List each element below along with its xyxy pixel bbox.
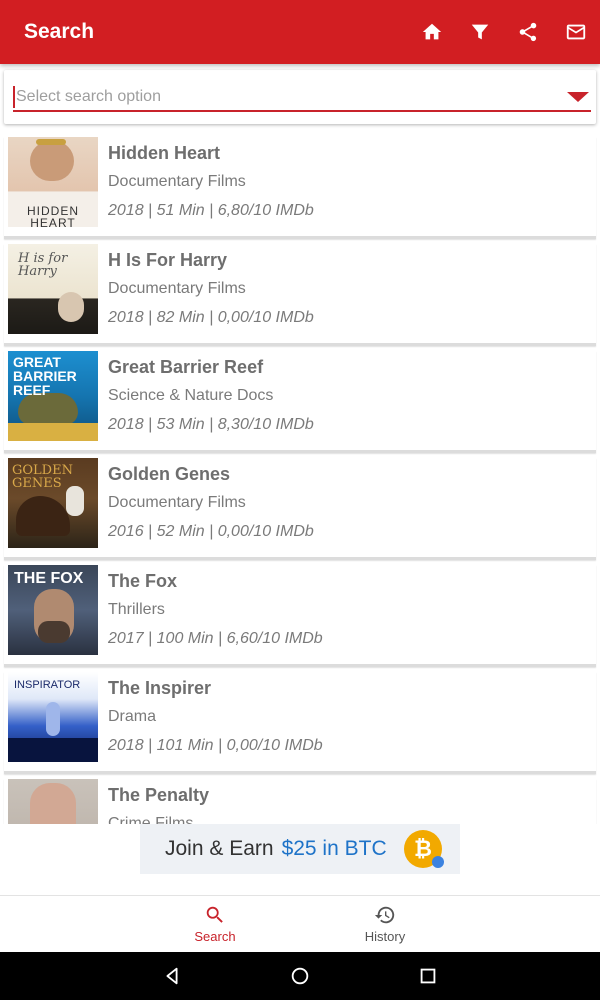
item-meta: 2018 | 51 Min | 6,80/10 IMDb [108, 202, 314, 219]
home-system-button[interactable] [236, 952, 364, 1000]
nav-search[interactable]: Search [0, 896, 300, 952]
item-meta: 2018 | 53 Min | 8,30/10 IMDb [108, 416, 314, 433]
banner-text: Join & Earn [165, 837, 274, 860]
mail-button[interactable] [552, 0, 600, 64]
item-meta: 2018 | 101 Min | 0,00/10 IMDb [108, 737, 323, 754]
item-meta: 2016 | 52 Min | 0,00/10 IMDb [108, 523, 314, 540]
list-item[interactable]: INSPIRATOR The Inspirer Drama 2018 | 101… [4, 672, 596, 774]
item-meta: 2017 | 100 Min | 6,60/10 IMDb [108, 630, 323, 647]
item-title: Hidden Heart [108, 143, 221, 163]
nav-history-label: History [364, 929, 406, 944]
search-card: Select search option [4, 70, 596, 124]
share-icon [519, 22, 537, 42]
item-title: Golden Genes [108, 464, 231, 484]
mail-icon [566, 24, 586, 40]
home-button[interactable] [408, 0, 456, 64]
poster-image: H is for Harry [8, 244, 98, 334]
item-genre: Crime Films [108, 815, 194, 824]
page-title: Search [24, 20, 95, 43]
home-icon [422, 23, 442, 40]
poster-text: GOLDEN GENES [12, 463, 73, 491]
nav-history[interactable]: History [300, 896, 600, 952]
bottom-navigation: Search History [0, 895, 600, 952]
back-icon [166, 967, 178, 985]
item-genre: Thrillers [108, 601, 165, 618]
search-option-select[interactable]: Select search option [13, 84, 591, 112]
poster-image: THE FOX [8, 565, 98, 655]
item-title: Great Barrier Reef [108, 357, 264, 377]
nav-search-label: Search [194, 929, 236, 944]
verified-badge-icon [432, 856, 444, 868]
search-icon [206, 906, 223, 923]
item-genre: Documentary Films [108, 280, 246, 297]
poster-text: INSPIRATOR [14, 679, 81, 691]
list-item[interactable]: THE FOX The Fox Thrillers 2017 | 100 Min… [4, 565, 596, 667]
recents-icon [420, 968, 436, 984]
search-placeholder: Select search option [16, 88, 161, 105]
poster-text: H is for Harry [18, 251, 68, 279]
item-genre: Documentary Films [108, 173, 246, 190]
list-item[interactable]: HIDDEN HEART Hidden Heart Documentary Fi… [4, 137, 596, 239]
app-bar-actions [408, 0, 600, 64]
filter-icon [471, 24, 489, 40]
item-genre: Science & Nature Docs [108, 387, 274, 404]
item-title: The Penalty [108, 785, 210, 805]
results-list: HIDDEN HEART Hidden Heart Documentary Fi… [0, 132, 600, 824]
system-navigation-bar [0, 952, 600, 1000]
poster-image: INSPIRATOR [8, 672, 98, 762]
app-bar: Search [0, 0, 600, 64]
banner-amount: $25 in BTC [281, 837, 387, 860]
poster-image [8, 779, 98, 824]
item-genre: Documentary Films [108, 494, 246, 511]
poster-image: HIDDEN HEART [8, 137, 98, 227]
ad-banner[interactable]: Join & Earn $25 in BTC ₿ [140, 824, 460, 874]
list-item[interactable]: H is for Harry H Is For Harry Documentar… [4, 244, 596, 346]
poster-image: GOLDEN GENES [8, 458, 98, 548]
list-item[interactable]: GOLDEN GENES Golden Genes Documentary Fi… [4, 458, 596, 560]
back-button[interactable] [108, 952, 236, 1000]
list-item[interactable]: GREAT BARRIER REEF Great Barrier Reef Sc… [4, 351, 596, 453]
item-title: The Fox [108, 571, 178, 591]
list-item[interactable]: The Penalty Crime Films [4, 779, 596, 824]
poster-text: THE FOX [14, 570, 84, 587]
text-caret [13, 86, 15, 108]
item-title: H Is For Harry [108, 250, 228, 270]
item-title: The Inspirer [108, 678, 212, 698]
recents-button[interactable] [364, 952, 492, 1000]
history-icon [374, 906, 395, 924]
poster-text: HIDDEN HEART [26, 204, 79, 227]
item-meta: 2018 | 82 Min | 0,00/10 IMDb [108, 309, 314, 326]
share-button[interactable] [504, 0, 552, 64]
poster-image: GREAT BARRIER REEF [8, 351, 98, 441]
item-genre: Drama [108, 708, 157, 725]
filter-button[interactable] [456, 0, 504, 64]
home-circle-icon [291, 967, 309, 985]
poster-text: GREAT BARRIER REEF [13, 354, 77, 398]
dropdown-arrow-icon[interactable] [567, 92, 589, 102]
